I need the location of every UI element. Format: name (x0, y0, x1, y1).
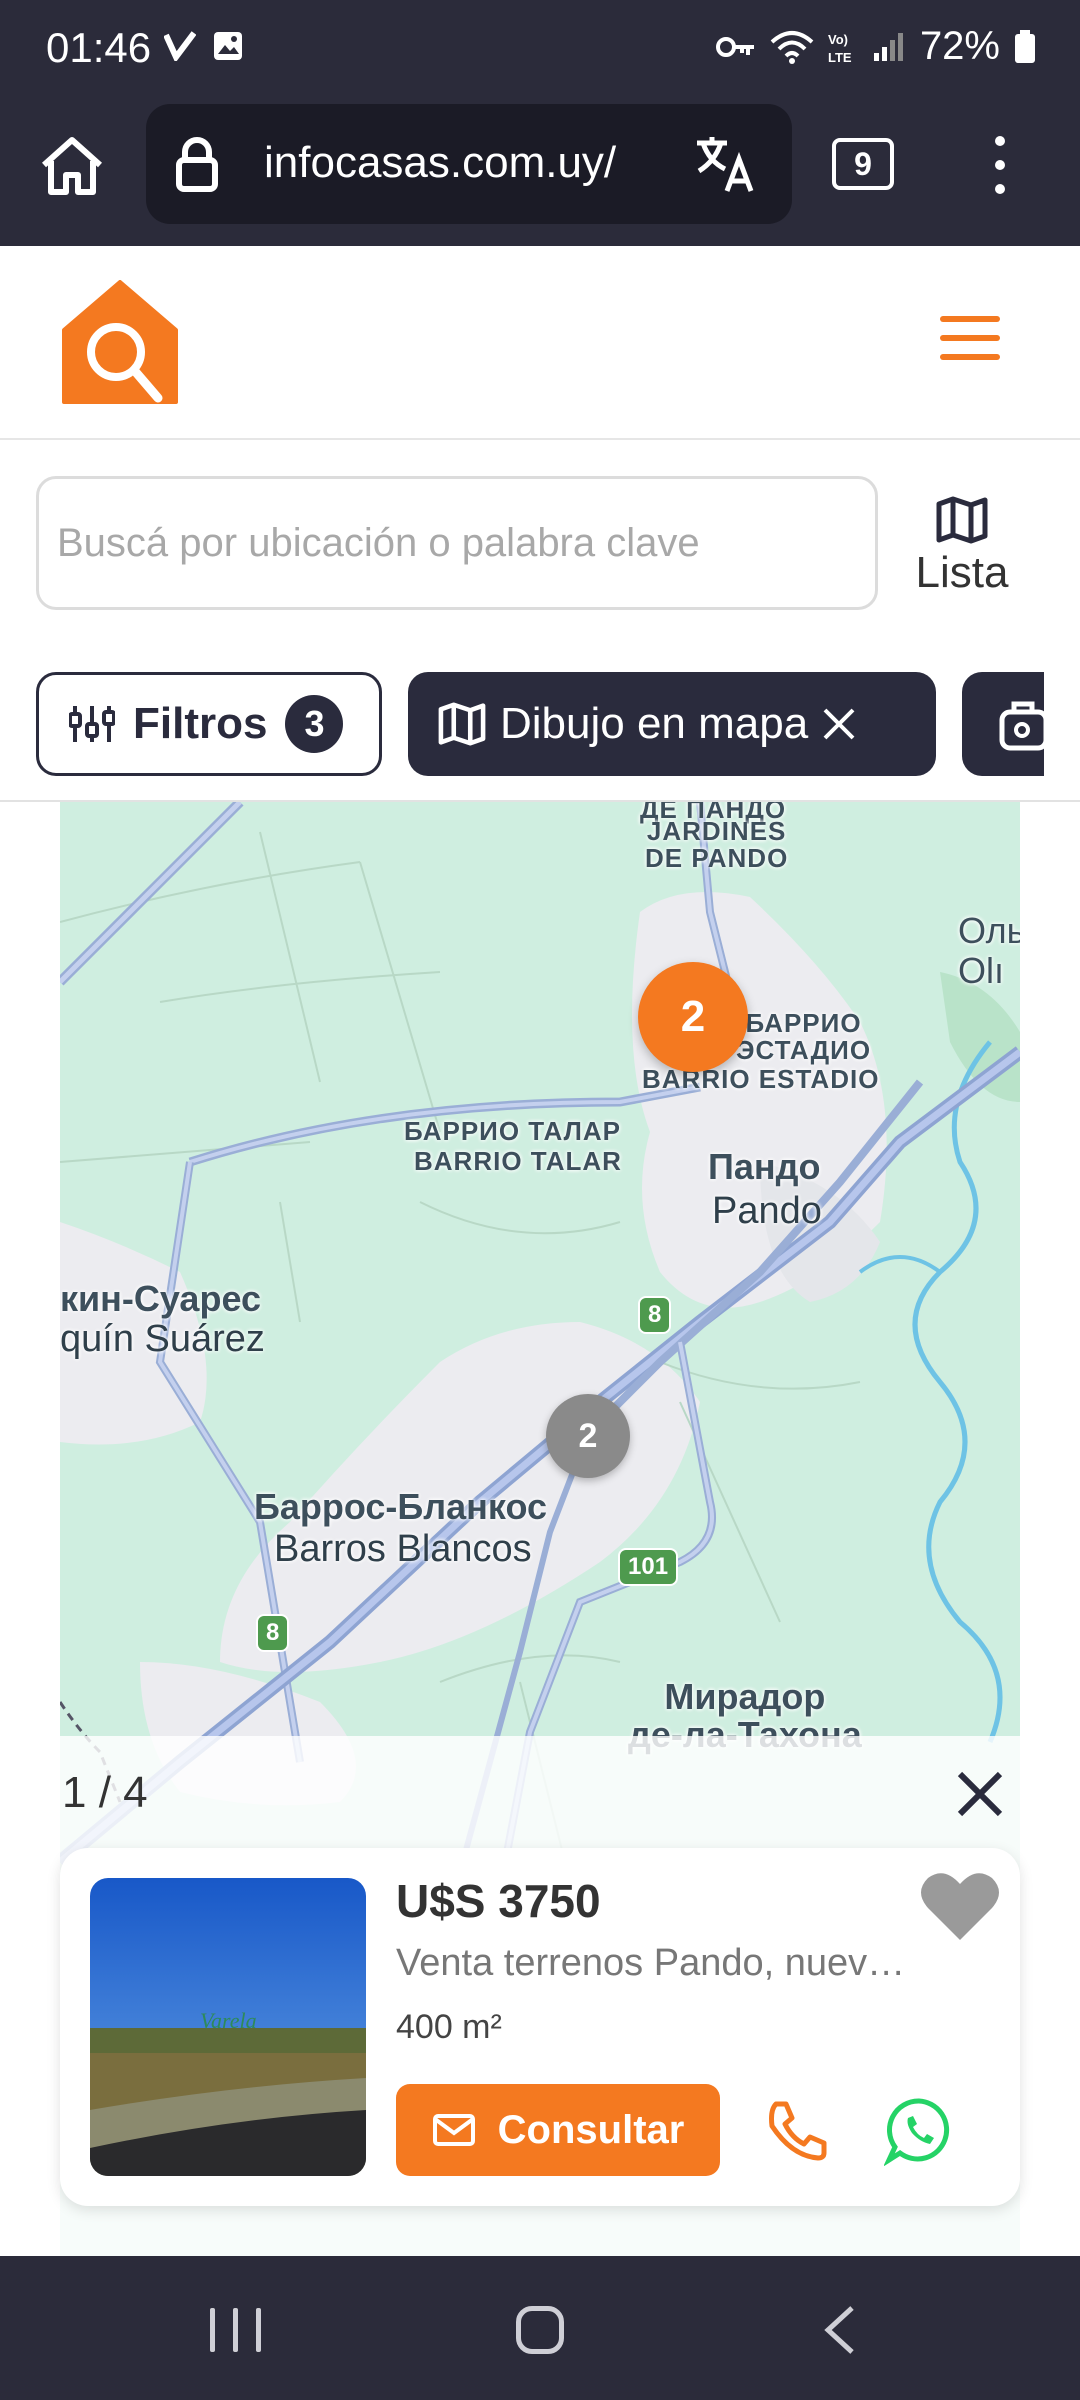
route-shield: 8 (256, 1614, 290, 1652)
hamburger-line (940, 316, 1000, 322)
translate-icon (697, 137, 754, 192)
route-shield: 101 (618, 1548, 679, 1586)
filters-row: Filtros 3 Dibujo en mapa (0, 658, 1080, 788)
status-notification-icons (164, 30, 244, 62)
map-label: Olı (958, 950, 1005, 991)
route-shield: 8 (638, 1296, 672, 1334)
recent-apps-bar (210, 2308, 215, 2352)
property-type-icon (999, 701, 1044, 751)
map-icon (438, 702, 486, 746)
photo-sign: Varela (200, 2008, 257, 2033)
url-text: infocasas.com.uy/ (264, 138, 617, 187)
property-cluster-marker[interactable]: 2 (638, 962, 748, 1072)
mail-icon (432, 2114, 475, 2146)
signal-icon (873, 32, 903, 61)
list-view-button[interactable]: Lista (902, 482, 1022, 612)
map-label: Баррос-Бланкос (254, 1486, 547, 1527)
tab-switcher-button[interactable]: 9 (832, 138, 894, 190)
listing-card[interactable]: Varela U$S 3750 Venta terrenos Pando, nu… (60, 1848, 1020, 2206)
consultar-label: Consultar (497, 2107, 685, 2152)
browser-home-button[interactable] (34, 128, 110, 204)
volte-icon: Vo) LTE (828, 32, 852, 64)
system-home-button[interactable] (516, 2306, 564, 2354)
map-label: BARRIO TALAR (414, 1146, 622, 1176)
back-chevron-icon (824, 2306, 854, 2354)
battery-percent: 72% (919, 24, 1000, 68)
map-label: BARRIO ESTADIO (642, 1064, 880, 1094)
map-label: БАРРИО ЭСТАДИО (736, 1008, 872, 1066)
gallery-notification-icon (214, 32, 242, 60)
filters-button[interactable]: Filtros 3 (36, 672, 382, 776)
list-view-label: Lista (915, 548, 1009, 597)
status-right: Vo) LTE 72% (715, 24, 1036, 69)
status-time: 01:46 (46, 24, 152, 71)
close-icon (957, 1771, 1003, 1817)
listing-photo[interactable]: Varela (90, 1878, 366, 2176)
close-icon[interactable] (822, 707, 856, 741)
system-back-button[interactable] (820, 2304, 860, 2361)
map-label: Оль (958, 910, 1020, 951)
browser-menu-button[interactable] (980, 130, 1020, 200)
more-filters-chip[interactable] (962, 672, 1044, 776)
key-icon (715, 36, 754, 57)
favorite-button[interactable] (920, 1870, 1000, 1942)
translate-button[interactable] (686, 124, 766, 204)
menu-dot (995, 160, 1005, 170)
address-bar[interactable]: infocasas.com.uy/ (146, 104, 792, 224)
check-notification-icon (164, 31, 196, 61)
map-label: JARDINES DE PANDO (645, 816, 789, 874)
system-navigation-bar (0, 2256, 1080, 2400)
site-header (0, 246, 1080, 440)
listing-title[interactable]: Venta terrenos Pando, nuev… (396, 1942, 976, 1985)
recent-apps-bar (256, 2308, 261, 2352)
map-label: quín Suárez (60, 1318, 265, 1360)
filters-count-badge: 3 (285, 695, 344, 753)
sliders-icon (69, 706, 115, 742)
recent-apps-button[interactable] (210, 2308, 261, 2352)
hamburger-menu-button[interactable] (940, 308, 1000, 368)
browser-toolbar: infocasas.com.uy/ 9 (0, 100, 1080, 246)
listing-photo-image: Varela (90, 1878, 366, 2176)
svg-text:LTE: LTE (828, 50, 852, 64)
heart-icon (921, 1873, 999, 1940)
whatsapp-icon (883, 2098, 950, 2167)
location-search-input[interactable] (36, 476, 878, 610)
listing-pager: 1 / 4 (62, 1768, 148, 1817)
status-bar: 01:46 Vo) LTE 72% (0, 0, 1080, 100)
phone-icon (769, 2101, 827, 2161)
map-label: Barros Blancos (274, 1528, 532, 1570)
menu-dot (995, 184, 1005, 194)
draw-on-map-chip[interactable]: Dibujo en mapa (408, 672, 936, 776)
battery-icon (1015, 29, 1035, 63)
property-cluster-marker[interactable]: 2 (546, 1394, 630, 1478)
house-search-logo-icon (62, 280, 178, 404)
close-listing-button[interactable] (950, 1764, 1010, 1824)
whatsapp-button[interactable] (883, 2096, 954, 2167)
map-label: Пандо (708, 1146, 821, 1187)
wifi-icon (770, 30, 814, 64)
filters-label: Filtros (133, 699, 268, 748)
listing-price: U$S 3750 (396, 1875, 601, 1927)
svg-text:Vo): Vo) (828, 32, 848, 47)
map-label: БАРРИО ТАЛАР (404, 1116, 621, 1146)
map-label: Pando (712, 1190, 822, 1232)
hamburger-line (940, 354, 1000, 360)
call-button[interactable] (762, 2096, 832, 2166)
listing-area: 400 m² (396, 2008, 502, 2046)
recent-apps-bar (233, 2308, 238, 2352)
draw-on-map-label: Dibujo en mapa (500, 699, 809, 748)
consultar-button[interactable]: Consultar (396, 2084, 720, 2176)
menu-dot (995, 136, 1005, 146)
infocasas-logo[interactable] (62, 280, 178, 409)
map-icon (936, 496, 988, 544)
home-icon (42, 137, 102, 195)
lock-icon (176, 137, 218, 192)
hamburger-line (940, 335, 1000, 341)
map-label: кин-Суарес (60, 1278, 262, 1319)
